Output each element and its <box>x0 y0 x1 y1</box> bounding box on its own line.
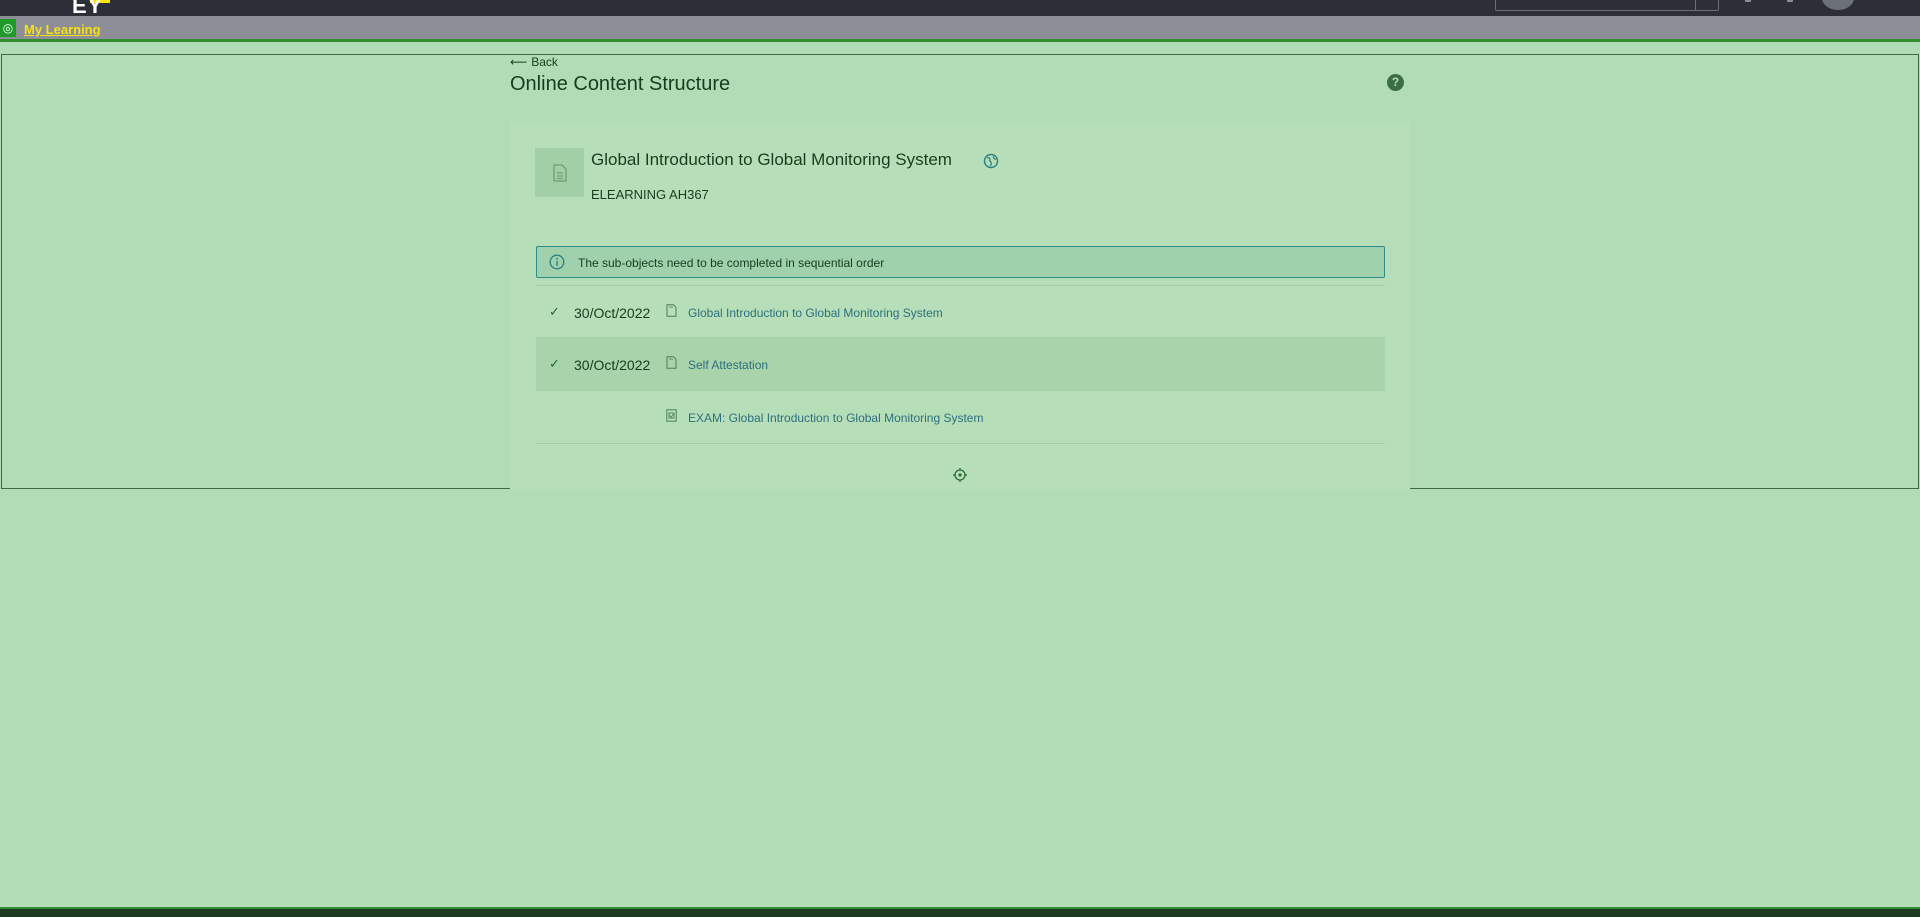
course-thumbnail <box>535 148 584 197</box>
sub-object-list: ✓ 30/Oct/2022 Global Introduction to Glo… <box>536 285 1385 444</box>
my-learning-link[interactable]: My Learning <box>24 22 101 37</box>
help-menu-icon[interactable] <box>1787 0 1793 2</box>
checkmark-icon: ✓ <box>549 304 560 319</box>
ey-logo[interactable]: EY <box>72 0 103 16</box>
arrow-left-icon: ⟵ <box>510 55 528 69</box>
bookmark-toolbar: ◎ My Learning <box>0 16 1920 42</box>
completion-date: 30/Oct/2022 <box>574 305 651 321</box>
page-title: Online Content Structure <box>510 73 731 95</box>
list-item[interactable]: ✓ 30/Oct/2022 Self Attestation <box>536 338 1385 391</box>
course-code: ELEARNING AH367 <box>591 187 709 202</box>
search-input[interactable] <box>1495 0 1719 11</box>
sub-object-link[interactable]: Global Introduction to Global Monitoring… <box>688 306 943 320</box>
exam-icon <box>666 409 677 422</box>
notification-icon[interactable] <box>1745 0 1751 2</box>
course-title: Global Introduction to Global Monitoring… <box>591 150 952 169</box>
info-icon <box>549 254 565 270</box>
app-icon[interactable]: ◎ <box>0 19 16 37</box>
sub-object-link[interactable]: Self Attestation <box>688 358 768 372</box>
locate-icon[interactable] <box>953 468 967 482</box>
back-link[interactable]: ⟵ Back <box>510 55 558 69</box>
app-header: EY <box>0 0 1920 16</box>
taskbar <box>0 907 1920 917</box>
globe-icon[interactable] <box>983 153 999 169</box>
content-card: Global Introduction to Global Monitoring… <box>510 123 1410 489</box>
document-icon <box>666 304 677 317</box>
info-banner-text: The sub-objects need to be completed in … <box>578 256 885 270</box>
document-icon <box>666 356 677 369</box>
completion-date: 30/Oct/2022 <box>574 357 651 373</box>
checkmark-icon: ✓ <box>549 356 560 371</box>
help-icon[interactable]: ? <box>1387 74 1404 91</box>
sub-object-link[interactable]: EXAM: Global Introduction to Global Moni… <box>688 411 983 425</box>
document-icon <box>552 163 567 182</box>
back-label: Back <box>531 55 558 69</box>
info-banner: The sub-objects need to be completed in … <box>536 246 1385 278</box>
list-item[interactable]: EXAM: Global Introduction to Global Moni… <box>536 391 1385 444</box>
user-avatar[interactable] <box>1822 0 1854 10</box>
search-divider <box>1695 0 1696 10</box>
list-item[interactable]: ✓ 30/Oct/2022 Global Introduction to Glo… <box>536 285 1385 338</box>
